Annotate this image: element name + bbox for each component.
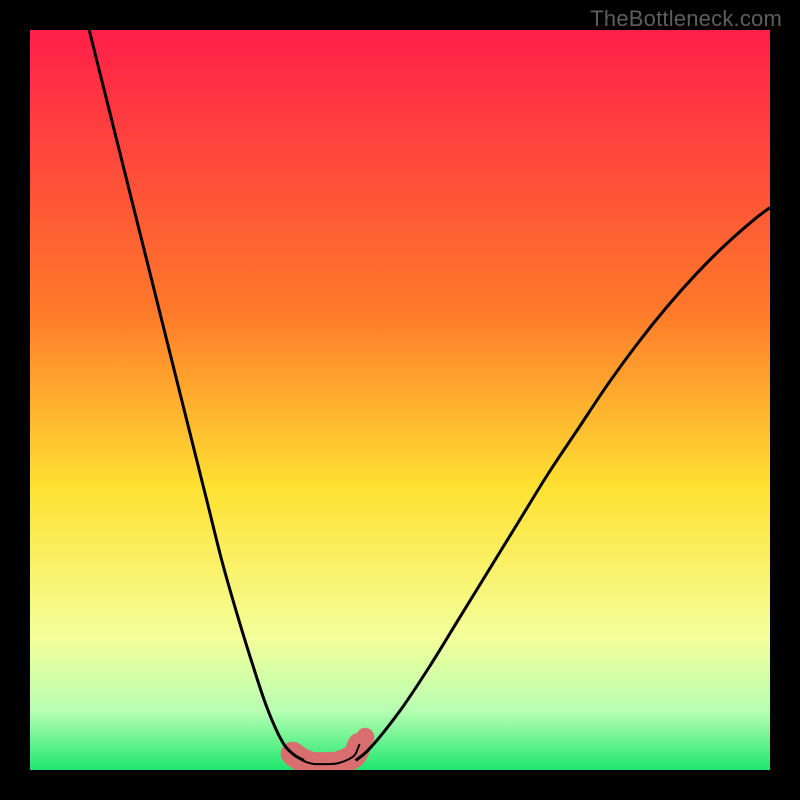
highlight-end-dot [356, 728, 374, 746]
bottleneck-plot-area [30, 30, 770, 770]
watermark-text: TheBottleneck.com [590, 6, 782, 32]
gradient-background [30, 30, 770, 770]
chart-frame: TheBottleneck.com [0, 0, 800, 800]
plot-svg [30, 30, 770, 770]
